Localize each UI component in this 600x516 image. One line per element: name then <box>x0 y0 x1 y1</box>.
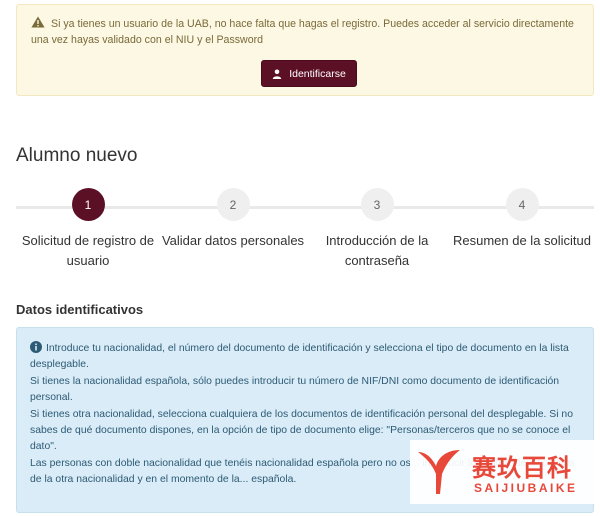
user-icon <box>272 69 282 79</box>
warning-triangle-icon <box>31 16 45 28</box>
login-notice-text: Si ya tienes un usuario de la UAB, no ha… <box>31 18 574 46</box>
step-3-number: 3 <box>360 188 394 221</box>
info-text-1: Introduce tu nacionalidad, el número del… <box>30 343 569 371</box>
login-notice-alert: Si ya tienes un usuario de la UAB, no ha… <box>16 4 594 96</box>
login-notice-message: Si ya tienes un usuario de la UAB, no ha… <box>31 16 587 48</box>
step-3: 3 Introducción de la contraseña <box>302 188 452 271</box>
step-1-label: Solicitud de registro de usuario <box>21 233 155 268</box>
step-3-label: Introducción de la contraseña <box>325 233 429 268</box>
step-2-label: Validar datos personales <box>161 233 305 248</box>
identificarse-button-label: Identificarse <box>289 67 346 80</box>
info-paragraph-1: Introduce tu nacionalidad, el número del… <box>30 341 586 374</box>
step-2-number: 2 <box>216 188 250 221</box>
whale-tail-logo-icon <box>418 450 460 494</box>
info-paragraph-2: Si tienes la nacionalidad española, sólo… <box>30 375 560 404</box>
watermark-chinese: 赛玖百科 <box>472 454 572 482</box>
watermark: 赛玖百科 SAIJIUBAIKE <box>410 440 594 504</box>
step-1-number: 1 <box>71 188 105 221</box>
page-title: Alumno nuevo <box>16 145 138 166</box>
step-1: 1 Solicitud de registro de usuario <box>13 188 163 271</box>
info-circle-icon <box>30 341 42 353</box>
step-4: 4 Resumen de la solicitud <box>447 188 597 251</box>
section-title: Datos identificativos <box>16 302 144 317</box>
step-2: 2 Validar datos personales <box>158 188 308 251</box>
step-4-label: Resumen de la solicitud <box>452 233 592 248</box>
watermark-english: SAIJIUBAIKE <box>474 481 578 495</box>
identificarse-button[interactable]: Identificarse <box>261 60 357 87</box>
step-4-number: 4 <box>505 188 539 221</box>
